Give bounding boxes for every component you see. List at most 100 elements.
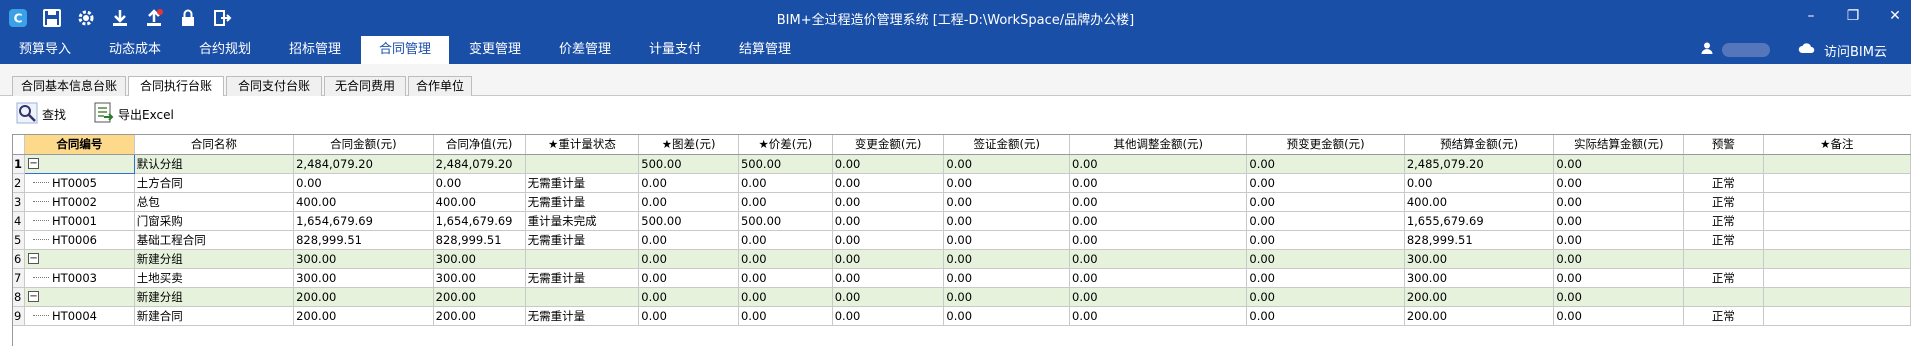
cell-contract-name[interactable]: 基础工程合同 [134, 230, 295, 250]
cell-contract-code[interactable]: − [24, 153, 135, 174]
cell-drawing-diff[interactable]: 0.00 [638, 173, 739, 193]
cell-contract-amount[interactable]: 200.00 [293, 306, 434, 326]
cell-contract-net[interactable]: 1,654,679.69 [433, 211, 526, 231]
cell-pre-settlement[interactable]: 2,485,079.20 [1404, 154, 1555, 174]
cell-remeasure-status[interactable] [525, 154, 640, 174]
cell-pre-change[interactable]: 0.00 [1246, 192, 1405, 212]
close-icon[interactable]: ✕ [1885, 6, 1905, 26]
cell-other-adjust[interactable]: 0.00 [1069, 192, 1248, 212]
export-excel-button[interactable]: 导出Excel [92, 102, 174, 126]
cell-remark[interactable] [1763, 230, 1911, 250]
cell-contract-name[interactable]: 新建分组 [134, 287, 295, 307]
group-row[interactable]: 6− 新建分组 300.00 300.00 0.00 0.00 0.00 0.00 0.00 0.… [13, 249, 1911, 269]
cell-remeasure-status[interactable]: 无需重计量 [525, 173, 640, 193]
menu-settlement-management[interactable]: 结算管理 [722, 36, 808, 64]
cell-actual-settlement[interactable]: 0.00 [1553, 192, 1685, 212]
cell-pre-change[interactable]: 0.00 [1246, 173, 1405, 193]
cell-remark[interactable] [1763, 173, 1911, 193]
cell-drawing-diff[interactable]: 500.00 [638, 154, 739, 174]
cell-warning[interactable]: 正常 [1683, 211, 1764, 231]
cell-change-amount[interactable]: 0.00 [832, 230, 945, 250]
cell-contract-amount[interactable]: 2,484,079.20 [293, 154, 434, 174]
table-row[interactable]: 9 HT0004 新建合同 200.00 200.00 无需重计量 0.00 0.00 0.00… [13, 306, 1911, 326]
cell-actual-settlement[interactable]: 0.00 [1553, 306, 1685, 326]
table-row[interactable]: 3 HT0002 总包 400.00 400.00 无需重计量 0.00 0.00 0.00 0.… [13, 192, 1911, 212]
cell-pre-change[interactable]: 0.00 [1246, 249, 1405, 269]
cell-contract-net[interactable]: 2,484,079.20 [433, 154, 526, 174]
cell-remark[interactable] [1763, 249, 1911, 269]
cell-actual-settlement[interactable]: 0.00 [1553, 230, 1685, 250]
menu-change-management[interactable]: 变更管理 [452, 36, 538, 64]
col-header-change-amount[interactable]: 变更金额(元) [832, 135, 945, 155]
cell-contract-net[interactable]: 828,999.51 [433, 230, 526, 250]
cell-contract-amount[interactable]: 300.00 [293, 249, 434, 269]
col-header-visa-amount[interactable]: 签证金额(元) [943, 135, 1071, 155]
cell-contract-name[interactable]: 土地买卖 [134, 268, 295, 288]
cell-warning[interactable]: 正常 [1683, 268, 1764, 288]
cell-contract-net[interactable]: 300.00 [433, 249, 526, 269]
cell-contract-name[interactable]: 新建合同 [134, 306, 295, 326]
menu-dynamic-cost[interactable]: 动态成本 [92, 36, 178, 64]
cell-visa-amount[interactable]: 0.00 [943, 306, 1071, 326]
cell-contract-code[interactable]: − [24, 287, 135, 307]
cell-change-amount[interactable]: 0.00 [832, 173, 945, 193]
cell-other-adjust[interactable]: 0.00 [1069, 249, 1248, 269]
find-button[interactable]: 查找 [16, 102, 66, 126]
cell-remark[interactable] [1763, 268, 1911, 288]
cell-price-diff[interactable]: 0.00 [738, 287, 833, 307]
cell-remeasure-status[interactable] [525, 287, 640, 307]
cell-drawing-diff[interactable]: 0.00 [638, 230, 739, 250]
cell-remark[interactable] [1763, 287, 1911, 307]
cell-actual-settlement[interactable]: 0.00 [1553, 268, 1685, 288]
cell-remark[interactable] [1763, 154, 1911, 174]
cell-contract-code[interactable]: − [24, 249, 135, 269]
col-header-price-diff[interactable]: ★价差(元) [738, 135, 833, 155]
cell-drawing-diff[interactable]: 0.00 [638, 287, 739, 307]
cell-actual-settlement[interactable]: 0.00 [1553, 287, 1685, 307]
cell-change-amount[interactable]: 0.00 [832, 287, 945, 307]
cell-drawing-diff[interactable]: 0.00 [638, 192, 739, 212]
cell-warning[interactable] [1683, 154, 1764, 174]
cell-contract-amount[interactable]: 400.00 [293, 192, 434, 212]
restore-icon[interactable]: ❐ [1843, 6, 1863, 26]
cell-pre-settlement[interactable]: 0.00 [1404, 173, 1555, 193]
cell-warning[interactable]: 正常 [1683, 230, 1764, 250]
collapse-icon[interactable]: − [28, 158, 40, 169]
cell-contract-name[interactable]: 门窗采购 [134, 211, 295, 231]
collapse-icon[interactable]: − [28, 291, 40, 302]
group-row[interactable]: 1− 默认分组 2,484,079.20 2,484,079.20 500.00 500.… [13, 153, 1911, 174]
cell-remark[interactable] [1763, 211, 1911, 231]
user-name[interactable] [1722, 43, 1771, 57]
menu-tender-management[interactable]: 招标管理 [272, 36, 358, 64]
cell-other-adjust[interactable]: 0.00 [1069, 268, 1248, 288]
cell-pre-change[interactable]: 0.00 [1246, 230, 1405, 250]
cell-pre-change[interactable]: 0.00 [1246, 306, 1405, 326]
cell-warning[interactable] [1683, 287, 1764, 307]
cell-contract-name[interactable]: 土方合同 [134, 173, 295, 193]
cell-contract-net[interactable]: 400.00 [433, 192, 526, 212]
cell-contract-amount[interactable]: 1,654,679.69 [293, 211, 434, 231]
cell-actual-settlement[interactable]: 0.00 [1553, 249, 1685, 269]
cell-pre-settlement[interactable]: 400.00 [1404, 192, 1555, 212]
cell-price-diff[interactable]: 0.00 [738, 249, 833, 269]
tab-partner-units[interactable]: 合作单位 [408, 76, 472, 96]
cell-pre-change[interactable]: 0.00 [1246, 287, 1405, 307]
cell-visa-amount[interactable]: 0.00 [943, 173, 1071, 193]
cell-visa-amount[interactable]: 0.00 [943, 249, 1071, 269]
cell-visa-amount[interactable]: 0.00 [943, 230, 1071, 250]
cell-contract-net[interactable]: 0.00 [433, 173, 526, 193]
cell-warning[interactable] [1683, 249, 1764, 269]
cell-contract-code[interactable]: HT0001 [24, 211, 135, 231]
cell-drawing-diff[interactable]: 500.00 [638, 211, 739, 231]
cell-other-adjust[interactable]: 0.00 [1069, 287, 1248, 307]
cell-pre-change[interactable]: 0.00 [1246, 154, 1405, 174]
table-row[interactable]: 5 HT0006 基础工程合同 828,999.51 828,999.51 无需重计量 0.… [13, 230, 1911, 250]
user-icon[interactable] [1700, 41, 1714, 59]
cell-remeasure-status[interactable] [525, 249, 640, 269]
menu-price-diff-management[interactable]: 价差管理 [542, 36, 628, 64]
cell-visa-amount[interactable]: 0.00 [943, 287, 1071, 307]
cell-contract-code[interactable]: HT0005 [24, 173, 135, 193]
cell-contract-net[interactable]: 200.00 [433, 306, 526, 326]
cell-contract-net[interactable]: 300.00 [433, 268, 526, 288]
cell-pre-settlement[interactable]: 828,999.51 [1404, 230, 1555, 250]
